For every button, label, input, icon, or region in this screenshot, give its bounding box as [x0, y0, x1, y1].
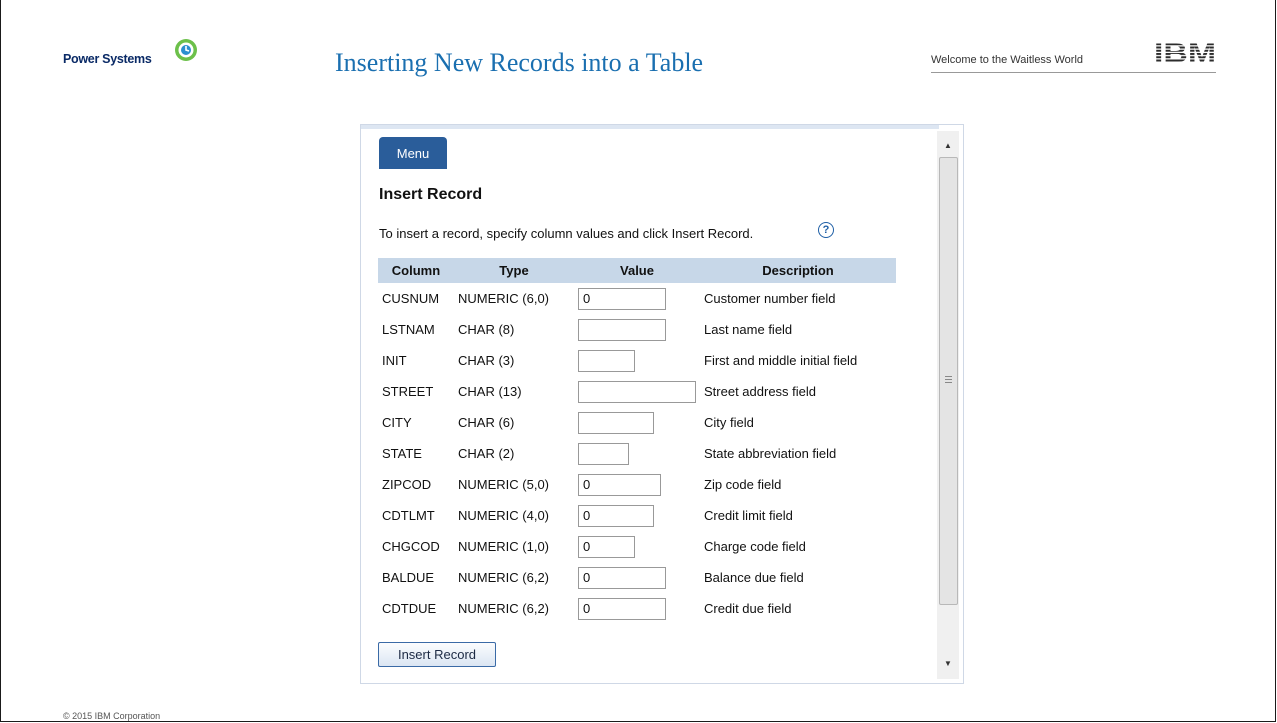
value-input-lstnam[interactable]: [578, 318, 666, 341]
column-type: NUMERIC (5,0): [458, 477, 550, 492]
ibm-logo: IBM: [1154, 40, 1216, 66]
copyright-notice: © 2015 IBM Corporation: [63, 711, 161, 721]
column-name: BALDUE: [382, 570, 435, 585]
column-description: Street address field: [704, 384, 817, 399]
instructions-text: To insert a record, specify column value…: [379, 226, 754, 241]
table-row: ZIPCOD NUMERIC (5,0) Zip code field: [378, 469, 896, 500]
column-description: Zip code field: [704, 477, 782, 492]
grip-icon: [945, 376, 952, 383]
column-name: ZIPCOD: [382, 477, 432, 492]
column-name: CUSNUM: [382, 291, 440, 306]
column-description: City field: [704, 415, 754, 430]
column-description: State abbreviation field: [704, 446, 837, 461]
column-description: First and middle initial field: [704, 353, 858, 368]
table-row: CHGCOD NUMERIC (1,0) Charge code field: [378, 531, 896, 562]
value-input-chgcod[interactable]: [578, 535, 635, 558]
vertical-scrollbar[interactable]: ▲ ▼: [937, 131, 959, 679]
browser-panel: Menu Insert Record To insert a record, s…: [360, 124, 964, 684]
column-type: CHAR (2): [458, 446, 515, 461]
column-name: STREET: [382, 384, 434, 399]
insert-record-table: Column Type Value Description CUSNUM NUM…: [378, 258, 896, 624]
column-description: Charge code field: [704, 539, 806, 554]
slide-title: Inserting New Records into a Table: [335, 48, 704, 77]
column-name: CHGCOD: [382, 539, 440, 554]
scroll-down-arrow-icon[interactable]: ▼: [937, 655, 959, 673]
column-type: NUMERIC (4,0): [458, 508, 550, 523]
header-divider: [931, 72, 1216, 73]
column-type: CHAR (6): [458, 415, 515, 430]
table-row: STREET CHAR (13) Street address field: [378, 376, 896, 407]
slide: Power Systems Inserting New Records into…: [0, 0, 1276, 722]
power-systems-logo-icon: [175, 39, 197, 61]
column-description: Balance due field: [704, 570, 804, 585]
value-input-city[interactable]: [578, 411, 654, 434]
column-name: STATE: [382, 446, 422, 461]
column-description: Last name field: [704, 322, 793, 337]
value-input-baldue[interactable]: [578, 566, 666, 589]
column-name: CITY: [382, 415, 412, 430]
scroll-up-arrow-icon[interactable]: ▲: [937, 137, 959, 155]
column-name: CDTDUE: [382, 601, 437, 616]
table-row: CUSNUM NUMERIC (6,0) Customer number fie…: [378, 283, 896, 314]
help-icon[interactable]: ?: [818, 222, 834, 238]
tagline: Welcome to the Waitless World: [931, 54, 1084, 66]
column-description: Credit due field: [704, 601, 792, 616]
column-name: CDTLMT: [382, 508, 435, 523]
scroll-thumb[interactable]: [939, 157, 958, 605]
column-type: NUMERIC (6,2): [458, 601, 550, 616]
table-row: BALDUE NUMERIC (6,2) Balance due field: [378, 562, 896, 593]
value-input-cusnum[interactable]: [578, 287, 666, 310]
value-input-init[interactable]: [578, 349, 635, 372]
value-input-zipcod[interactable]: [578, 473, 661, 496]
table-header-row: Column Type Value Description: [378, 258, 896, 283]
table-row: CDTDUE NUMERIC (6,2) Credit due field: [378, 593, 896, 624]
insert-record-heading: Insert Record: [379, 186, 483, 203]
column-name: LSTNAM: [382, 322, 435, 337]
menu-tab[interactable]: Menu: [379, 137, 447, 169]
insert-record-button[interactable]: Insert Record: [378, 642, 496, 667]
column-description: Credit limit field: [704, 508, 793, 523]
panel-top-border: [361, 125, 939, 129]
column-type: NUMERIC (6,2): [458, 570, 550, 585]
column-type: CHAR (3): [458, 353, 515, 368]
column-name: INIT: [382, 353, 407, 368]
value-input-cdtlmt[interactable]: [578, 504, 654, 527]
power-systems-brand: Power Systems: [63, 52, 152, 66]
table-row: CITY CHAR (6) City field: [378, 407, 896, 438]
column-header-value: Value: [574, 258, 700, 283]
column-header-type: Type: [454, 258, 574, 283]
value-input-state[interactable]: [578, 442, 629, 465]
column-header-description: Description: [700, 258, 896, 283]
table-row: STATE CHAR (2) State abbreviation field: [378, 438, 896, 469]
column-type: CHAR (13): [458, 384, 522, 399]
value-input-street[interactable]: [578, 380, 696, 403]
column-description: Customer number field: [704, 291, 836, 306]
value-input-cdtdue[interactable]: [578, 597, 666, 620]
column-type: CHAR (8): [458, 322, 515, 337]
table-row: CDTLMT NUMERIC (4,0) Credit limit field: [378, 500, 896, 531]
column-type: NUMERIC (6,0): [458, 291, 550, 306]
svg-text:IBM: IBM: [1154, 40, 1216, 66]
column-header-column: Column: [378, 258, 454, 283]
column-type: NUMERIC (1,0): [458, 539, 550, 554]
table-row: LSTNAM CHAR (8) Last name field: [378, 314, 896, 345]
table-row: INIT CHAR (3) First and middle initial f…: [378, 345, 896, 376]
